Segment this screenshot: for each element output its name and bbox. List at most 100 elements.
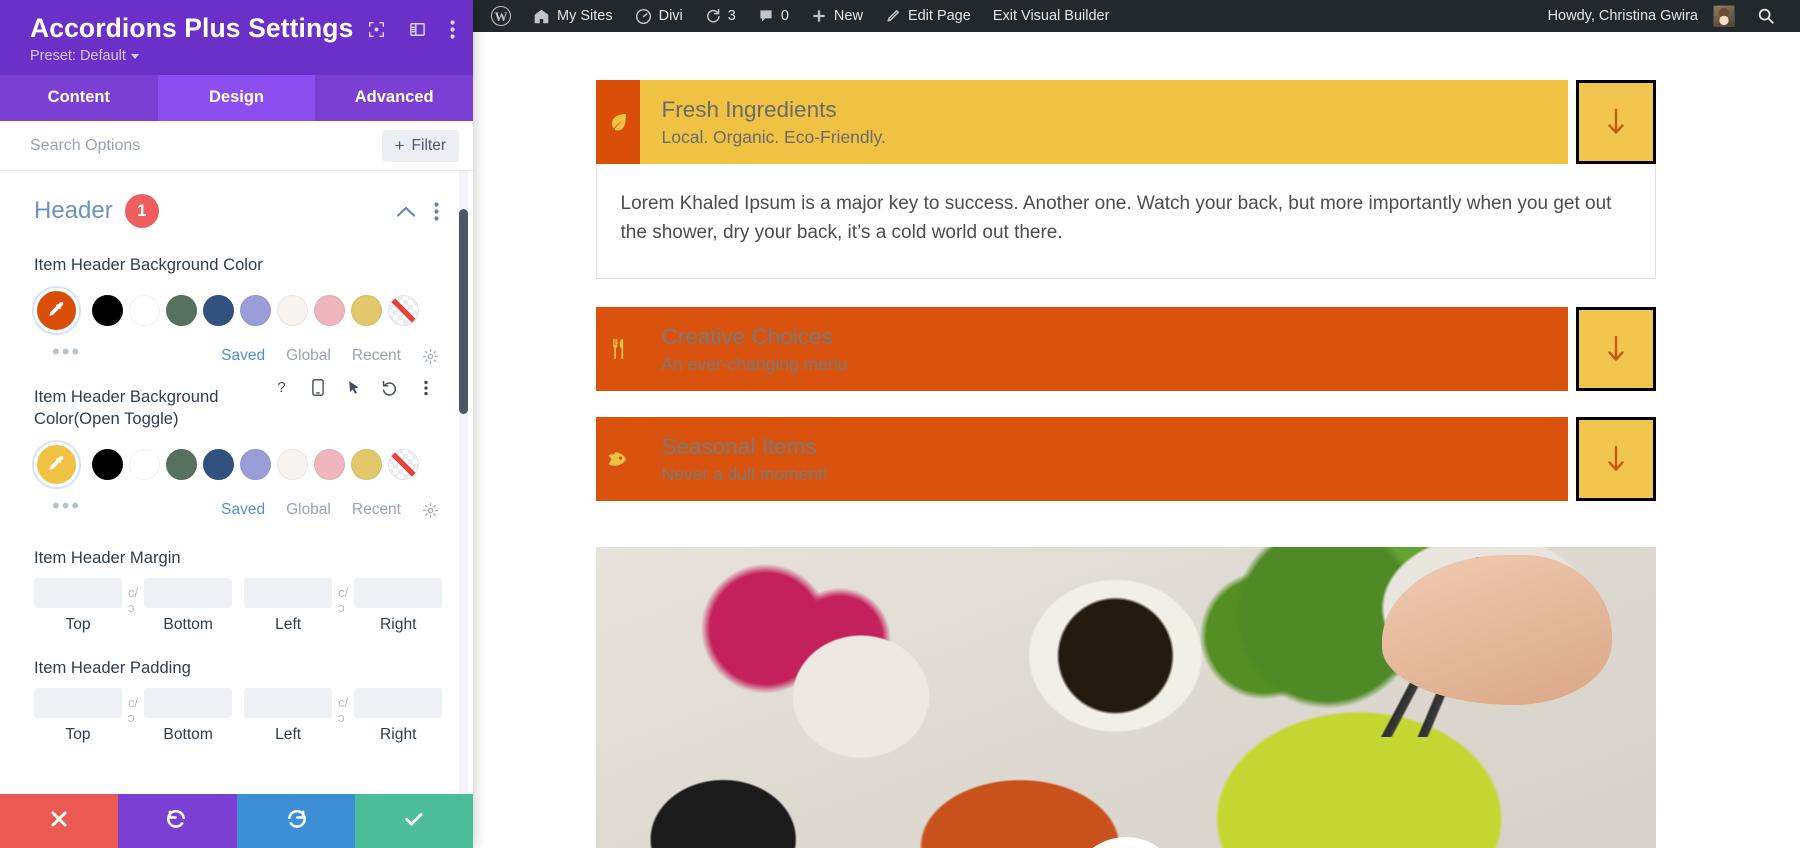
- edit-page-link[interactable]: Edit Page: [874, 0, 982, 32]
- color-meta-row-1: ••• Saved Global Recent: [34, 340, 439, 370]
- search-toggle[interactable]: [1746, 0, 1786, 32]
- margin-left-input[interactable]: [244, 578, 333, 609]
- accordion-toggle-button-1[interactable]: [1575, 80, 1656, 164]
- accordion-toggle-button-2[interactable]: [1575, 306, 1656, 391]
- color-swatch[interactable]: [166, 449, 197, 481]
- tab-advanced[interactable]: Advanced: [315, 75, 473, 122]
- reset-icon[interactable]: [376, 374, 403, 401]
- accordion-header-2[interactable]: Creative Choices An ever-changing menu: [595, 306, 1568, 391]
- padding-right-label: Right: [380, 726, 417, 744]
- page-inner: Fresh Ingredients Local. Organic. Eco-Fr…: [473, 32, 1778, 848]
- color-swatch[interactable]: [129, 449, 160, 481]
- my-sites-label: My Sites: [557, 8, 613, 24]
- color-tab-saved[interactable]: Saved: [221, 501, 265, 519]
- tab-content[interactable]: Content: [0, 75, 158, 122]
- cancel-button[interactable]: [0, 794, 119, 848]
- help-icon[interactable]: ?: [268, 374, 295, 401]
- cursor-icon[interactable]: [340, 374, 367, 401]
- panel-scrollbar-track[interactable]: [459, 171, 468, 794]
- margin-right-input[interactable]: [354, 578, 443, 609]
- link-icon[interactable]: c/ɔ: [332, 578, 354, 615]
- panel-header-icons: [368, 14, 455, 39]
- padding-bottom-input[interactable]: [144, 688, 233, 719]
- mobile-icon[interactable]: [304, 374, 331, 401]
- color-swatch[interactable]: [92, 295, 123, 327]
- accordion-item-3[interactable]: Seasonal Items Never a dull moment!: [595, 416, 1656, 501]
- fish-icon: [596, 417, 640, 501]
- kebab-menu-icon[interactable]: [450, 20, 455, 39]
- accordion-header-3[interactable]: Seasonal Items Never a dull moment!: [595, 416, 1568, 501]
- my-sites-menu[interactable]: My Sites: [522, 0, 624, 32]
- kebab-menu-icon[interactable]: [434, 202, 439, 221]
- color-swatch[interactable]: [203, 449, 234, 481]
- margin-bottom-label: Bottom: [163, 616, 213, 634]
- color-swatch[interactable]: [129, 295, 160, 327]
- admin-bar-left-group: W My Sites Divi 3 0 New Edit Page Exit V…: [480, 0, 1120, 32]
- panel-scrollbar-thumb[interactable]: [459, 209, 468, 415]
- ellipsis-icon[interactable]: •••: [52, 494, 81, 516]
- accordion-toggle-button-3[interactable]: [1575, 416, 1656, 501]
- accordion-texts-2: Creative Choices An ever-changing menu: [640, 323, 848, 375]
- color-swatch[interactable]: [240, 449, 271, 481]
- link-icon[interactable]: c/ɔ: [122, 578, 144, 615]
- color-tab-recent[interactable]: Recent: [352, 347, 401, 365]
- color-swatch[interactable]: [166, 295, 197, 327]
- margin-right-label: Right: [380, 616, 417, 634]
- accordion-item-2[interactable]: Creative Choices An ever-changing menu: [595, 306, 1656, 391]
- layout-icon[interactable]: [409, 21, 426, 38]
- filter-button[interactable]: + Filter: [381, 129, 459, 162]
- ellipsis-icon[interactable]: •••: [52, 340, 81, 362]
- color-tab-global[interactable]: Global: [286, 501, 331, 519]
- expand-icon[interactable]: [368, 21, 385, 38]
- margin-top-label: Top: [65, 616, 91, 634]
- account-menu[interactable]: Howdy, Christina Gwira: [1537, 0, 1746, 32]
- color-picker-selected-1[interactable]: [34, 288, 79, 334]
- margin-bottom-input[interactable]: [144, 578, 233, 609]
- redo-button[interactable]: [236, 794, 355, 848]
- color-swatch[interactable]: [277, 295, 308, 327]
- accordion-item-1[interactable]: Fresh Ingredients Local. Organic. Eco-Fr…: [595, 80, 1656, 164]
- new-content-menu[interactable]: New: [800, 0, 874, 32]
- margin-top-input[interactable]: [34, 578, 122, 609]
- check-icon: [403, 808, 425, 835]
- wordpress-logo-menu[interactable]: W: [480, 0, 522, 32]
- updates-menu[interactable]: 3: [694, 0, 747, 32]
- gear-icon[interactable]: [422, 502, 439, 519]
- accordion-title-3: Seasonal Items: [661, 433, 817, 459]
- pencil-icon: [885, 8, 901, 24]
- padding-left-input[interactable]: [244, 688, 333, 719]
- tab-design[interactable]: Design: [157, 75, 316, 122]
- color-tab-recent[interactable]: Recent: [352, 501, 401, 519]
- color-swatch[interactable]: [351, 295, 382, 327]
- color-swatch[interactable]: [92, 449, 123, 481]
- color-tab-global[interactable]: Global: [286, 347, 331, 365]
- color-swatch[interactable]: [314, 449, 345, 481]
- divi-menu[interactable]: Divi: [624, 0, 694, 32]
- color-tab-saved[interactable]: Saved: [221, 347, 265, 365]
- search-input[interactable]: [30, 136, 382, 155]
- kebab-menu-icon[interactable]: [412, 374, 439, 401]
- save-button[interactable]: [354, 794, 473, 848]
- edit-page-label: Edit Page: [907, 8, 971, 24]
- preset-selector[interactable]: Preset: Default: [30, 48, 139, 64]
- color-swatch[interactable]: [314, 295, 345, 327]
- color-swatch[interactable]: [277, 449, 308, 481]
- accordion-texts-3: Seasonal Items Never a dull moment!: [640, 433, 828, 485]
- color-swatch-none[interactable]: [388, 449, 419, 481]
- comments-menu[interactable]: 0: [747, 0, 800, 32]
- color-swatch[interactable]: [203, 295, 234, 327]
- link-icon[interactable]: c/ɔ: [122, 688, 144, 725]
- color-swatch-none[interactable]: [388, 295, 419, 327]
- chevron-up-icon[interactable]: [396, 205, 416, 218]
- color-swatch[interactable]: [351, 449, 382, 481]
- group-header-header[interactable]: Header 1: [34, 171, 439, 238]
- color-picker-selected-2[interactable]: [34, 442, 79, 488]
- padding-right-input[interactable]: [354, 688, 443, 719]
- gear-icon[interactable]: [422, 348, 439, 365]
- exit-visual-builder-link[interactable]: Exit Visual Builder: [982, 0, 1121, 32]
- link-icon[interactable]: c/ɔ: [332, 688, 354, 725]
- color-swatch[interactable]: [240, 295, 271, 327]
- undo-button[interactable]: [118, 794, 237, 848]
- accordion-header-1[interactable]: Fresh Ingredients Local. Organic. Eco-Fr…: [595, 80, 1568, 164]
- padding-top-input[interactable]: [34, 688, 122, 719]
